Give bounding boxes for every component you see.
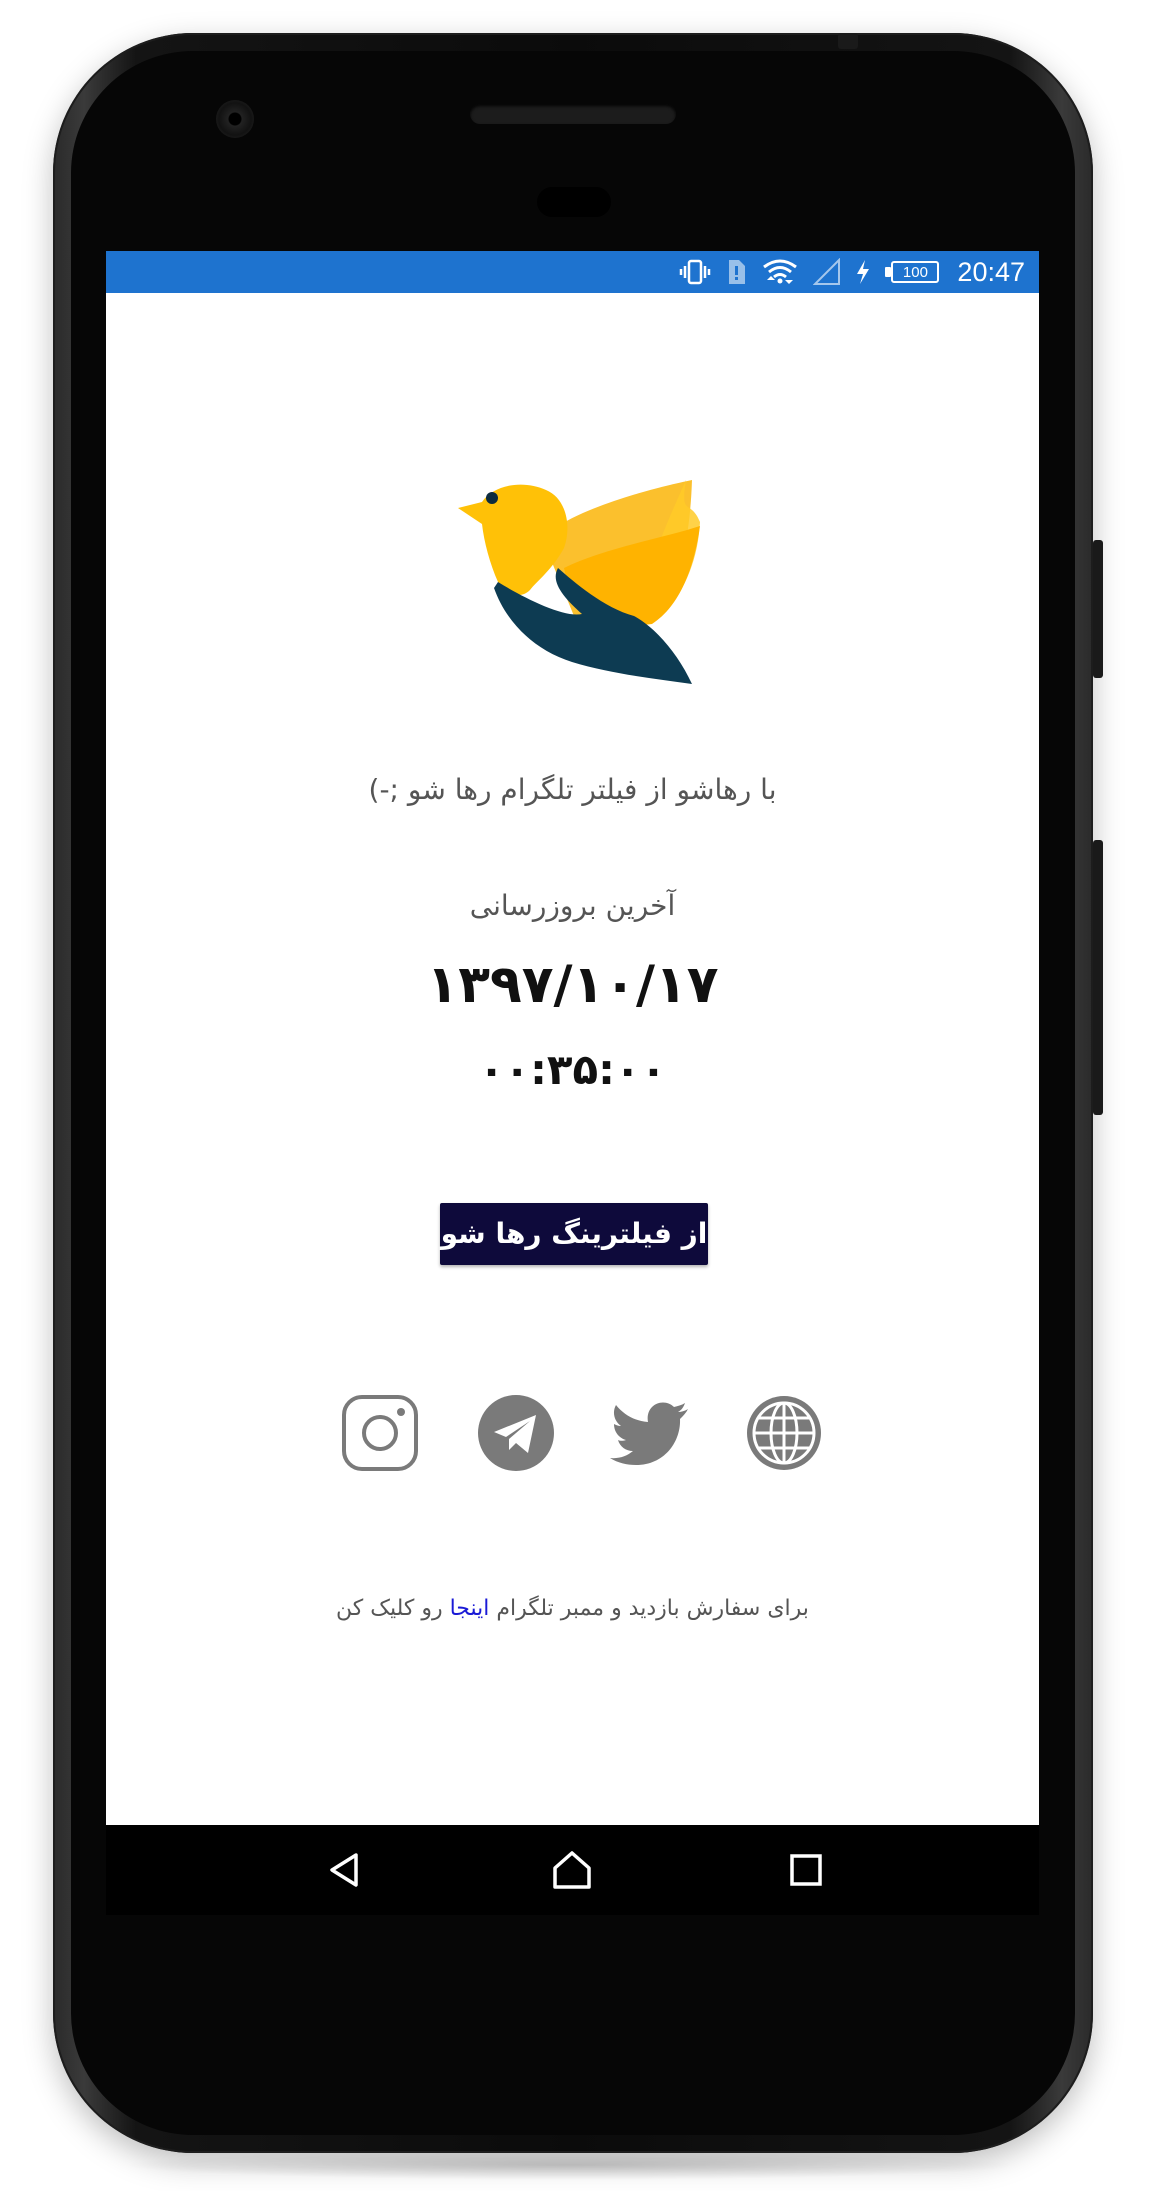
globe-icon[interactable] [744, 1393, 824, 1473]
vibrate-icon [680, 259, 711, 285]
front-camera-icon [216, 100, 254, 138]
top-notch-mark [838, 33, 858, 49]
order-members-text: برای سفارش بازدید و ممبر تلگرام اینجا رو… [106, 1596, 1039, 1621]
footer-prefix: برای سفارش بازدید و ممبر تلگرام [496, 1596, 809, 1621]
last-update-date: ۱۳۹۷/۱۰/۱۷ [426, 955, 719, 1015]
device-mockup: 100 20:47 با رهاشو از فیلتر تلگرام رها ش… [0, 0, 1152, 2191]
top-speaker-grille [470, 104, 676, 124]
order-link[interactable]: اینجا [450, 1596, 490, 1621]
charging-icon [857, 260, 870, 284]
dove-logo-icon [458, 480, 700, 684]
sim-alert-icon [729, 260, 746, 284]
recents-icon[interactable] [783, 1847, 829, 1893]
instagram-icon[interactable] [340, 1393, 420, 1473]
home-icon[interactable] [549, 1847, 595, 1893]
power-button [1093, 540, 1103, 678]
cell-signal-icon [813, 258, 841, 285]
phone-screen: 100 20:47 با رهاشو از فیلتر تلگرام رها ش… [106, 251, 1039, 1825]
device-shadow [120, 2150, 1020, 2180]
status-icons: 100 20:47 [679, 251, 1025, 293]
back-icon[interactable] [322, 1847, 368, 1893]
social-links [106, 1393, 1039, 1477]
tagline-text: با رهاشو از فیلتر تلگرام رها شو ;-) [368, 773, 777, 806]
bypass-filter-button[interactable]: از فیلترینگ رها شو [440, 1203, 708, 1265]
status-bar: 100 20:47 [106, 251, 1039, 293]
telegram-icon[interactable] [476, 1393, 556, 1473]
wifi-icon [763, 259, 798, 284]
twitter-icon[interactable] [610, 1393, 690, 1473]
battery-level: 100 [902, 263, 928, 281]
footer-suffix: رو کلیک کن [336, 1596, 443, 1621]
android-nav-bar [106, 1825, 1039, 1915]
earpiece-sensor [537, 187, 611, 217]
last-update-label: آخرین بروزرسانی [469, 889, 676, 922]
last-update-time: ۰۰:۳۵:۰۰ [478, 1045, 667, 1094]
status-clock: 20:47 [957, 256, 1025, 287]
battery-icon: 100 [885, 260, 941, 284]
volume-button [1093, 840, 1103, 1115]
app-content: با رهاشو از فیلتر تلگرام رها شو ;-) آخری… [106, 293, 1039, 1825]
